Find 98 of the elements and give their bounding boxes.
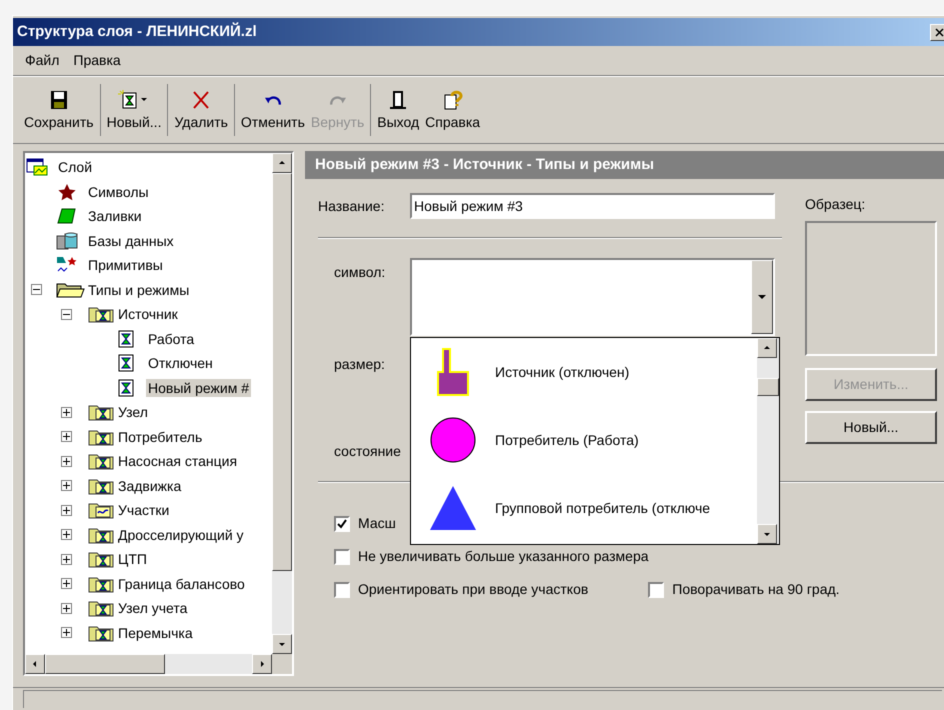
expand-box[interactable] bbox=[61, 602, 72, 614]
folder-hourglass-icon bbox=[86, 428, 116, 446]
shapes-icon bbox=[56, 256, 78, 274]
star-icon bbox=[56, 182, 78, 201]
window-title: Структура слоя - ЛЕНИНСКИЙ.zl bbox=[17, 21, 257, 42]
expand-box[interactable] bbox=[61, 504, 72, 516]
parallelogram-icon bbox=[56, 207, 78, 226]
checkbox-label: Ориентировать при вводе участков bbox=[358, 580, 588, 599]
tree-item[interactable]: Типы и режимы bbox=[86, 280, 192, 299]
checkbox[interactable] bbox=[334, 582, 350, 598]
toolbar-button[interactable]: Отменить bbox=[238, 84, 308, 136]
vertical-scrollbar[interactable] bbox=[272, 153, 292, 654]
panel-title: Новый режим #3 - Источник - Типы и режимы bbox=[315, 154, 654, 175]
checkbox[interactable] bbox=[648, 582, 664, 598]
menu-item[interactable]: Файл bbox=[25, 50, 60, 71]
tree-item[interactable]: Граница балансово bbox=[116, 574, 247, 593]
folder-hourglass-icon bbox=[86, 574, 116, 593]
collapse-box[interactable] bbox=[61, 308, 72, 320]
expand-box[interactable] bbox=[61, 529, 72, 540]
tree-item[interactable]: Заливки bbox=[86, 207, 144, 226]
scroll-thumb[interactable] bbox=[272, 173, 292, 571]
tree-item[interactable]: Узел bbox=[116, 403, 150, 422]
dropdown-option[interactable]: Групповой потребитель (отключе bbox=[411, 474, 757, 542]
tree-item[interactable]: Насосная станция bbox=[116, 452, 240, 470]
tree-item[interactable]: Узел учета bbox=[116, 599, 190, 618]
expand-box[interactable] bbox=[61, 480, 72, 492]
scroll-thumb[interactable] bbox=[45, 654, 165, 674]
expand-box[interactable] bbox=[61, 431, 72, 442]
folder-hourglass-icon bbox=[86, 526, 116, 544]
scrollbar-corner bbox=[272, 654, 292, 674]
tree-item[interactable]: Перемычка bbox=[116, 624, 195, 642]
dropdown-option[interactable]: Потребитель (Работа) bbox=[411, 406, 757, 474]
checkbox[interactable] bbox=[334, 516, 350, 532]
expand-box[interactable] bbox=[61, 406, 72, 418]
close-icon bbox=[934, 28, 944, 36]
scroll-up-button[interactable] bbox=[757, 338, 777, 358]
checkbox-label: Масш bbox=[358, 514, 396, 533]
tree-item[interactable]: Слой bbox=[56, 158, 94, 176]
checkbox-label: Поворачивать на 90 град. bbox=[672, 580, 840, 599]
tree-item[interactable]: Участки bbox=[116, 501, 172, 520]
folder-hourglass-icon bbox=[86, 403, 116, 422]
tree-item[interactable]: Потребитель bbox=[116, 428, 204, 446]
tree-item[interactable]: Примитивы bbox=[86, 256, 165, 274]
dialog-button[interactable]: Новый... bbox=[805, 411, 937, 444]
folder-hourglass-icon bbox=[86, 452, 116, 470]
tree-item[interactable]: Новый режим # bbox=[146, 378, 252, 397]
scroll-up-button[interactable] bbox=[272, 153, 292, 173]
field-label: символ: bbox=[333, 263, 386, 282]
help-document-icon bbox=[442, 90, 464, 110]
open-folder-icon bbox=[56, 280, 86, 299]
menu-item[interactable]: Правка bbox=[73, 50, 121, 71]
tree-item[interactable]: Символы bbox=[86, 182, 151, 201]
tree-item[interactable]: Базы данных bbox=[86, 232, 176, 250]
expand-box[interactable] bbox=[61, 578, 72, 590]
checkbox-label: Не увеличивать больше указанного размера bbox=[358, 547, 649, 566]
tree-item[interactable]: Источник bbox=[116, 305, 180, 324]
field-label: состояние bbox=[334, 442, 401, 461]
scroll-thumb[interactable] bbox=[757, 378, 779, 396]
scroll-left-button[interactable] bbox=[25, 654, 45, 674]
folder-wave-icon bbox=[86, 501, 116, 520]
layer-icon bbox=[26, 158, 48, 176]
folder-hourglass-icon bbox=[86, 305, 116, 324]
symbol-combobox[interactable] bbox=[410, 258, 775, 336]
preview-label: Образец: bbox=[805, 195, 866, 214]
tree-item[interactable]: Задвижка bbox=[116, 476, 184, 495]
redo-icon bbox=[330, 94, 346, 106]
folder-hourglass-icon bbox=[86, 599, 116, 618]
expand-box[interactable] bbox=[61, 627, 72, 638]
toolbar-button[interactable]: Удалить bbox=[171, 84, 231, 136]
scroll-down-button[interactable] bbox=[272, 634, 292, 654]
collapse-box[interactable] bbox=[31, 284, 42, 296]
scroll-right-button[interactable] bbox=[252, 654, 272, 674]
undo-icon bbox=[264, 94, 281, 106]
close-button[interactable] bbox=[930, 24, 944, 40]
tree-item[interactable]: Дросселирующий у bbox=[116, 526, 246, 544]
scroll-down-button[interactable] bbox=[757, 524, 777, 544]
toolbar-button[interactable]: Выход bbox=[374, 84, 422, 136]
caret-icon bbox=[757, 292, 767, 302]
toolbar-button[interactable]: Сохранить bbox=[21, 84, 97, 136]
dropdown-option[interactable]: Источник (отключен) bbox=[411, 338, 757, 406]
tree-item[interactable]: ЦТП bbox=[116, 550, 149, 568]
folder-hourglass-icon bbox=[86, 624, 116, 642]
checkbox[interactable] bbox=[334, 548, 350, 564]
field-label: размер: bbox=[334, 355, 385, 374]
folder-hourglass-icon bbox=[86, 550, 116, 568]
database-icon bbox=[56, 232, 78, 250]
dropdown-button[interactable] bbox=[751, 260, 773, 334]
expand-box[interactable] bbox=[61, 554, 72, 565]
tree-item[interactable]: Работа bbox=[146, 330, 196, 348]
field-label: Название: bbox=[318, 196, 386, 216]
toolbar-button[interactable]: Справка bbox=[422, 84, 484, 136]
tree-item[interactable]: Отключен bbox=[146, 354, 215, 372]
name-field[interactable]: Новый режим #3 bbox=[410, 193, 775, 219]
expand-box[interactable] bbox=[61, 456, 72, 467]
toolbar-button[interactable]: Новый... bbox=[104, 84, 164, 136]
folder-hourglass-icon bbox=[86, 476, 116, 495]
horizontal-scrollbar[interactable] bbox=[25, 654, 272, 674]
vertical-scrollbar[interactable] bbox=[757, 338, 779, 544]
